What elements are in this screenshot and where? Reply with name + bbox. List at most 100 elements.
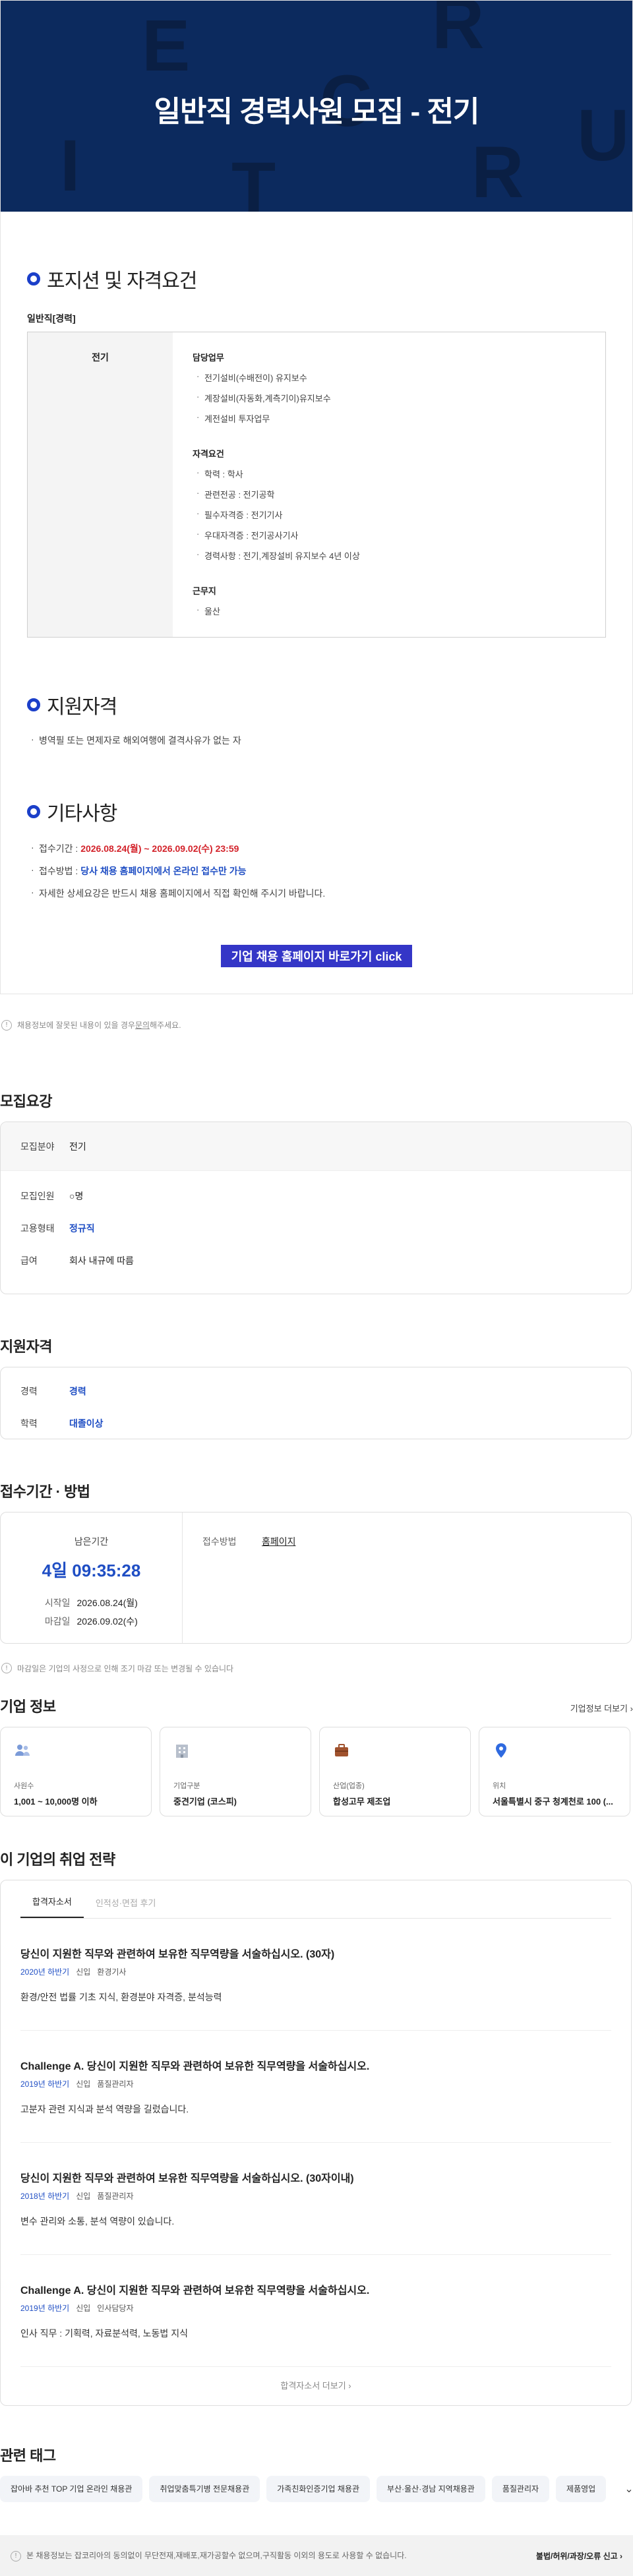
row-key: 학력 — [20, 1418, 38, 1429]
corp-card: 사원수 1,001 ~ 10,000명 이하 — [0, 1727, 152, 1816]
due-notice: ! 마감일은 기업의 사정으로 인해 조기 마감 또는 변경될 수 있습니다 — [0, 1644, 633, 1683]
answer-text: 환경/안전 법률 기초 지식, 환경분야 자격증, 분석능력 — [20, 1991, 611, 2031]
row-key: 모집인원 — [20, 1191, 55, 1201]
location-pin-icon — [496, 1743, 506, 1758]
cover-letter-item[interactable]: Challenge A. 당신이 지원한 직무와 관련하여 보유한 직무역량을 … — [20, 2031, 611, 2143]
row-key: 모집분야 — [20, 1141, 55, 1152]
tag-item[interactable]: 잡아바 추천 TOP 기업 온라인 채용관 — [0, 2476, 143, 2502]
section-title: 지원자격 — [47, 696, 117, 718]
corp-title: 기업 정보 — [0, 1698, 56, 1715]
deco-letter: I — [60, 125, 80, 206]
remain-time: 4일 09:35:28 — [42, 1561, 141, 1580]
corp-more-link[interactable]: 기업정보 더보기 › — [570, 1702, 633, 1714]
notice-suffix: 해주세요. — [150, 1021, 181, 1030]
cover-letter-more-link[interactable]: 합격자소서 더보기 › — [20, 2367, 611, 2405]
report-link[interactable]: 문의 — [135, 1019, 150, 1031]
tags-section: 관련 태그 잡아바 추천 TOP 기업 온라인 채용관 취업맞춤특기병 전문채용… — [0, 2444, 633, 2502]
qualify-box: 경력 경력 학력 대졸이상 — [0, 1367, 632, 1439]
method-key: 접수방법 — [202, 1536, 237, 1547]
recruit-box: 모집분야 전기 모집인원 ○명 고용형태 정규직 급여 회사 내규에 따름 — [0, 1122, 632, 1294]
meta-type: 신입 — [76, 2080, 91, 2089]
row-value: 전기 — [69, 1141, 86, 1152]
card-value: 중견기업 (코스피) — [173, 1797, 237, 1807]
question-title: Challenge A. 당신이 지원한 직무와 관련하여 보유한 직무역량을 … — [20, 2061, 370, 2072]
report-label: 불법/허위/과장/오류 신고 — [535, 2551, 618, 2561]
cover-letter-item[interactable]: Challenge A. 당신이 지원한 직무와 관련하여 보유한 직무역량을 … — [20, 2255, 611, 2367]
question-title: 당신이 지원한 직무와 관련하여 보유한 직무역량을 서술하십시오. (30자이… — [20, 2173, 354, 2184]
copyright-notice: ! 본 채용정보는 잡코리아의 동의없이 무단전재,재배포,재가공할수 없으며,구… — [11, 2550, 407, 2561]
end-label: 마감일 — [44, 1616, 71, 1627]
qualify-row: 학력 대졸이상 — [1, 1411, 631, 1436]
info-icon: ! — [1, 1019, 12, 1031]
company-homepage-button[interactable]: 기업 채용 홈페이지 바로가기 click — [220, 945, 413, 967]
period-line: 접수기간 : 2026.08.24(월) ~ 2026.09.02(수) 23:… — [27, 842, 606, 855]
tab-cover-letter[interactable]: 합격자소서 — [20, 1895, 84, 1918]
tag-item[interactable]: 가족친화인증기업 채용관 — [266, 2476, 371, 2502]
row-value: ○명 — [69, 1191, 84, 1201]
meta-year: 2020년 하반기 — [20, 1967, 70, 1977]
start-row: 시작일 2026.08.24(월) — [1, 1596, 182, 1609]
end-row: 마감일 2026.09.02(수) — [1, 1615, 182, 1628]
deco-letter: E — [142, 5, 191, 86]
corp-card: 기업구분 중견기업 (코스피) — [160, 1727, 311, 1816]
corp-section: 기업 정보 기업정보 더보기 › 사원수 1,001 ~ 10,000명 이하 … — [0, 1695, 633, 1816]
answer-text: 인사 직무 : 기획력, 자료분석력, 노동법 지식 — [20, 2327, 611, 2367]
ring-bullet-icon — [27, 698, 40, 711]
start-value: 2026.08.24(월) — [76, 1598, 138, 1608]
period-value: 2026.08.24(월) ~ 2026.09.02(수) 23:59 — [80, 843, 239, 854]
info-icon: ! — [11, 2550, 21, 2561]
question-title: Challenge A. 당신이 지원한 직무와 관련하여 보유한 직무역량을 … — [20, 2285, 370, 2296]
tag-item[interactable]: 품질관리자 — [491, 2476, 550, 2502]
due-section: 접수기간 · 방법 남은기간 4일 09:35:28 시작일 2026.08.2… — [0, 1480, 633, 1683]
row-value: 경력 — [69, 1386, 86, 1396]
due-box: 남은기간 4일 09:35:28 시작일 2026.08.24(월) 마감일 2… — [0, 1512, 632, 1644]
card-value: 합성고무 제조업 — [333, 1797, 391, 1807]
meta-type: 신입 — [76, 1967, 91, 1977]
deco-letter: R — [432, 1, 485, 64]
corp-head: 기업 정보 기업정보 더보기 › — [0, 1695, 633, 1727]
deco-letter: R — [471, 132, 524, 212]
row-value: 정규직 — [69, 1223, 95, 1234]
group-item: 경력사항 : 전기,계장설비 유지보수 4년 이상 — [193, 549, 586, 562]
meta-year: 2018년 하반기 — [20, 2192, 70, 2201]
group-item: 관련전공 : 전기공학 — [193, 488, 586, 500]
requirements-detail: 담당업무 전기설비(수배전이) 유지보수 계장설비(자동화,계측기이)유지보수 … — [173, 332, 605, 637]
strategy-title: 이 기업의 취업 전략 — [0, 1851, 115, 1868]
homepage-link[interactable]: 홈페이지 — [262, 1535, 296, 1643]
copyright-text: 본 채용정보는 잡코리아의 동의없이 무단전재,재배포,재가공할수 없으며,구직… — [26, 2551, 407, 2561]
tab-interview-review[interactable]: 인적성·면접 후기 — [84, 1896, 168, 1918]
section-title: 포지션 및 자격요건 — [47, 270, 197, 292]
recruit-row: 급여 회사 내규에 따름 — [1, 1241, 631, 1280]
ring-bullet-icon — [27, 805, 40, 818]
meta-type: 신입 — [76, 2192, 91, 2201]
poster-banner: E R C U I T R 일반직 경력사원 모집 - 전기 — [1, 1, 632, 212]
group-item: 계장설비(자동화,계측기이)유지보수 — [193, 392, 586, 404]
chevron-down-icon[interactable]: ⌄ — [624, 2482, 633, 2496]
requirements-table: 전기 담당업무 전기설비(수배전이) 유지보수 계장설비(자동화,계측기이)유지… — [27, 332, 606, 638]
row-value: 회사 내규에 따름 — [69, 1255, 134, 1266]
question-meta: 2019년 하반기 신입 품질관리자 — [20, 2078, 611, 2089]
group-item: 우대자격증 : 전기공사기사 — [193, 529, 586, 541]
notice-prefix: 채용정보에 잘못된 내용이 있을 경우 — [17, 1021, 135, 1030]
report-button[interactable]: 불법/허위/과장/오류 신고 › — [536, 2550, 622, 2561]
poster-body: 포지션 및 자격요건 일반직[경력] 전기 담당업무 전기설비(수배전이) 유지… — [1, 264, 632, 994]
corp-cards: 사원수 1,001 ~ 10,000명 이하 기업구분 중견기업 (코스피) 산… — [0, 1727, 633, 1816]
card-label: 기업구분 — [173, 1782, 200, 1790]
recruit-title: 모집요강 — [0, 1093, 52, 1110]
group-title: 자격요건 — [193, 449, 224, 459]
group-item: 필수자격증 : 전기기사 — [193, 508, 586, 521]
tag-item[interactable]: 부산·울산·경남 지역채용관 — [377, 2476, 485, 2502]
meta-job: 인사담당자 — [97, 2304, 134, 2313]
group-item: 전기설비(수배전이) 유지보수 — [193, 371, 586, 384]
tag-item[interactable]: 취업맞춤특기병 전문채용관 — [149, 2476, 260, 2502]
question-meta: 2019년 하반기 신입 인사담당자 — [20, 2302, 611, 2314]
meta-type: 신입 — [76, 2304, 91, 2313]
meta-job: 환경기사 — [97, 1967, 127, 1977]
cover-letter-item[interactable]: 당신이 지원한 직무와 관련하여 보유한 직무역량을 서술하십시오. (30자)… — [20, 1919, 611, 2031]
tag-item[interactable]: 제품영업 — [556, 2476, 607, 2502]
group-title: 담당업무 — [193, 353, 224, 363]
question-meta: 2020년 하반기 신입 환경기사 — [20, 1966, 611, 1977]
cover-letter-item[interactable]: 당신이 지원한 직무와 관련하여 보유한 직무역량을 서술하십시오. (30자이… — [20, 2143, 611, 2255]
group-item: 계전설비 투자업무 — [193, 412, 586, 425]
recruit-row: 모집인원 ○명 — [1, 1176, 631, 1216]
